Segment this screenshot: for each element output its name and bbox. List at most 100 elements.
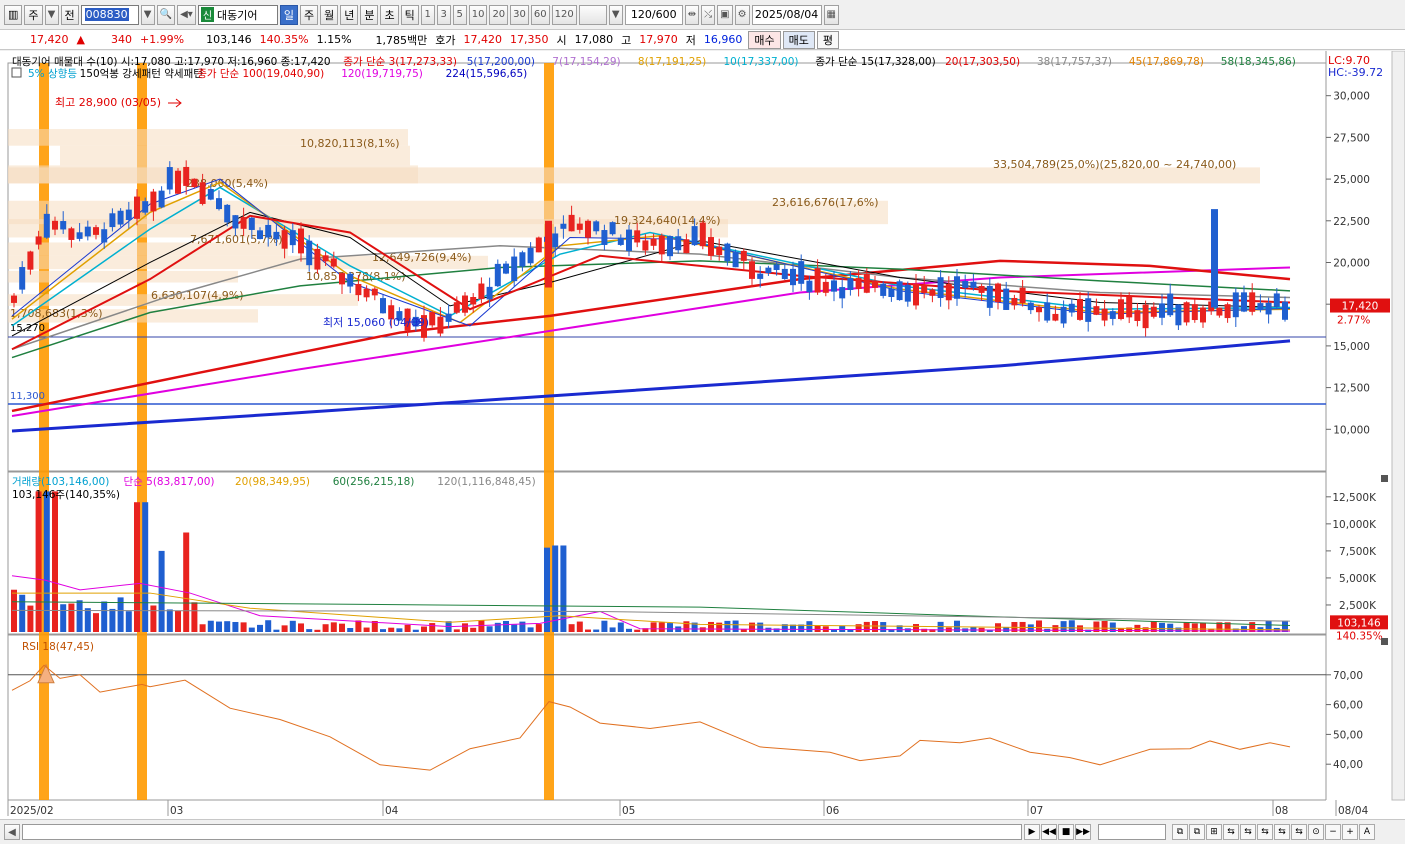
volume-bar xyxy=(749,622,755,632)
scroll-left-icon[interactable]: ◀ xyxy=(4,824,20,840)
candle-body xyxy=(183,166,190,186)
tool-icon-b[interactable]: ⧉ xyxy=(1189,824,1205,840)
period-tick[interactable]: 틱 xyxy=(400,4,419,25)
stock-code-input[interactable]: 008830 xyxy=(80,4,139,25)
candle-body xyxy=(158,190,165,208)
dropdown-icon[interactable]: ▼ xyxy=(44,4,59,25)
stop-icon[interactable]: ■ xyxy=(1058,824,1074,840)
candle-body xyxy=(1060,306,1067,324)
interval-1[interactable]: 1 xyxy=(420,4,435,25)
calendar-icon[interactable]: ▦ xyxy=(823,4,839,25)
interval-20[interactable]: 20 xyxy=(489,4,509,25)
volume-bar xyxy=(1175,627,1182,632)
interval-60[interactable]: 60 xyxy=(530,4,550,25)
candle-body xyxy=(289,230,296,246)
volume-bar xyxy=(19,594,26,632)
volume-bar xyxy=(683,621,690,632)
prev-button[interactable]: 전 xyxy=(60,4,79,25)
price-tick-label: 22,500 xyxy=(1333,216,1370,228)
candle-body xyxy=(1175,304,1182,326)
custom-interval-dropdown-icon[interactable]: ▼ xyxy=(608,4,623,25)
period-second[interactable]: 초 xyxy=(380,4,399,25)
date-field[interactable]: 2025/08/04 xyxy=(751,4,822,25)
candle-body xyxy=(322,255,329,262)
tool-icon-f[interactable]: ⇆ xyxy=(1257,824,1273,840)
plus-icon[interactable]: + xyxy=(1342,824,1358,840)
tool-icon-1[interactable]: ⇹ xyxy=(684,4,700,25)
volume-bar xyxy=(207,620,214,632)
volume-bar xyxy=(322,624,329,632)
candle-body xyxy=(609,222,616,235)
search-icon[interactable]: 🔍 xyxy=(156,4,176,25)
period-year[interactable]: 년 xyxy=(340,4,359,25)
volume-bar xyxy=(667,623,673,632)
chart-svg[interactable]: 10,820,113(8,1%) 33,504,789(25,0%)(25,820… xyxy=(0,50,1405,819)
chart-area[interactable]: 10,820,113(8,1%) 33,504,789(25,0%)(25,820… xyxy=(0,50,1405,819)
play-icon[interactable]: ▶ xyxy=(1024,824,1040,840)
tool-icon-2[interactable]: ⤯ xyxy=(701,4,716,25)
x-axis-label: 06 xyxy=(826,805,840,817)
volume-bar xyxy=(216,621,222,632)
average-button[interactable]: 평 xyxy=(816,30,840,49)
volume-bar xyxy=(224,621,231,632)
period-day[interactable]: 일 xyxy=(279,4,298,25)
candle-body xyxy=(43,213,50,238)
period-type-button[interactable]: 주 xyxy=(24,4,43,25)
volume-bar xyxy=(601,620,608,632)
volume-bar xyxy=(494,622,501,632)
code-dropdown-icon[interactable]: ▼ xyxy=(140,4,155,25)
candle-spike xyxy=(1211,209,1218,308)
rewind-icon[interactable]: ◀◀ xyxy=(1041,824,1057,840)
speaker-icon[interactable]: ◀▾ xyxy=(177,4,196,25)
interval-5[interactable]: 5 xyxy=(452,4,467,25)
volume-bar xyxy=(863,621,870,632)
layout-icon[interactable]: ▥ xyxy=(4,4,23,25)
candle-body xyxy=(1044,302,1051,321)
scrollbar-track[interactable] xyxy=(22,824,1022,840)
gear-icon[interactable]: ⚙ xyxy=(734,4,750,25)
count-field[interactable]: 120/600 xyxy=(624,4,683,25)
volume-bar xyxy=(421,626,427,632)
candle-body xyxy=(363,288,370,298)
buy-button[interactable]: 매수 xyxy=(748,30,781,49)
period-week[interactable]: 주 xyxy=(299,4,319,25)
tool-icon-h[interactable]: ⇆ xyxy=(1291,824,1307,840)
tool-icon-i[interactable]: ⊙ xyxy=(1308,824,1324,840)
candle-body xyxy=(716,246,723,256)
candle-body xyxy=(814,268,821,293)
save-icon[interactable]: ▣ xyxy=(717,4,733,25)
candle-body xyxy=(1118,299,1124,320)
font-icon[interactable]: A xyxy=(1359,824,1375,840)
volume-panel xyxy=(7,471,1327,635)
tool-icon-c[interactable]: ⊞ xyxy=(1206,824,1222,840)
zoom-slider[interactable] xyxy=(1098,824,1166,840)
interval-120[interactable]: 120 xyxy=(551,4,577,25)
interval-3[interactable]: 3 xyxy=(436,4,451,25)
candle-body xyxy=(93,227,99,235)
candle-body xyxy=(1077,298,1083,320)
period-month[interactable]: 월 xyxy=(320,4,339,25)
tool-icon-e[interactable]: ⇆ xyxy=(1240,824,1256,840)
trade-amount: 1,785백만 xyxy=(375,33,428,47)
x-axis-label: 04 xyxy=(385,805,399,817)
volume-bar xyxy=(1052,625,1059,632)
sell-button[interactable]: 매도 xyxy=(782,30,815,49)
volume-bar xyxy=(765,627,772,632)
tool-icon-a[interactable]: ⧉ xyxy=(1172,824,1188,840)
volume-bar xyxy=(839,625,846,632)
custom-interval-input[interactable] xyxy=(578,4,607,25)
volume-bar xyxy=(437,629,444,632)
volume-bar xyxy=(314,629,321,632)
tool-icon-g[interactable]: ⇆ xyxy=(1274,824,1290,840)
candle-body xyxy=(109,213,116,228)
period-minute[interactable]: 분 xyxy=(360,4,379,25)
interval-10[interactable]: 10 xyxy=(468,4,488,25)
volume: 103,146 xyxy=(206,33,252,46)
interval-30[interactable]: 30 xyxy=(510,4,529,25)
tool-icon-d[interactable]: ⇆ xyxy=(1223,824,1239,840)
candle-body xyxy=(880,283,887,296)
minus-icon[interactable]: − xyxy=(1325,824,1341,840)
candle-body xyxy=(1216,307,1223,316)
forward-icon[interactable]: ▶▶ xyxy=(1075,824,1091,840)
stock-name-field[interactable]: 신 대동기어 xyxy=(197,4,278,25)
